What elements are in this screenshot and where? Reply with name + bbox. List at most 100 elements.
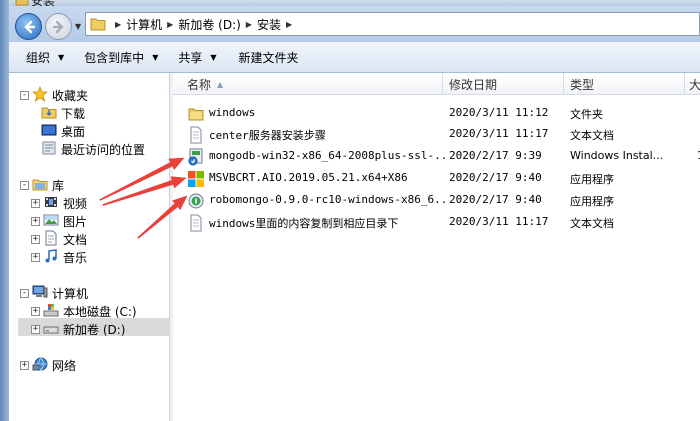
window-left-edge bbox=[0, 0, 9, 421]
breadcrumb-chevron-icon[interactable]: ▶ bbox=[286, 20, 292, 29]
address-bar[interactable]: ▶ 计算机 ▶ 新加卷 (D:) ▶ 安装 ▶ bbox=[85, 12, 700, 36]
expand-icon[interactable]: + bbox=[31, 217, 40, 226]
videos-label: 视频 bbox=[63, 197, 88, 211]
column-header-size[interactable]: 大 bbox=[685, 73, 700, 95]
collapse-icon[interactable]: - bbox=[20, 181, 29, 190]
column-type-label: 类型 bbox=[570, 77, 595, 92]
file-date: 2020/3/11 11:17 bbox=[449, 215, 549, 228]
text-file-icon bbox=[187, 126, 205, 144]
chevron-down-icon: ▼ bbox=[210, 52, 217, 62]
msi-installer-icon bbox=[187, 148, 205, 166]
tree-favorites[interactable]: - 收藏夹 bbox=[20, 85, 89, 105]
recent-places-label: 最近访问的位置 bbox=[61, 143, 146, 157]
file-type: 文本文档 bbox=[570, 129, 614, 142]
file-name: windows里面的内容复制到相应目录下 bbox=[209, 217, 399, 230]
collapse-icon[interactable]: - bbox=[20, 289, 29, 298]
file-name: robomongo-0.9.0-rc10-windows-x86_6... bbox=[209, 193, 449, 206]
libraries-label: 库 bbox=[52, 179, 65, 193]
tree-videos[interactable]: + 视频 bbox=[31, 194, 87, 213]
library-icon bbox=[32, 176, 48, 195]
breadcrumb-chevron-icon[interactable]: ▶ bbox=[115, 20, 121, 29]
include-library-menu[interactable]: 包含到库中 ▼ bbox=[84, 49, 158, 66]
file-list-pane: 名称 ▲ 修改日期 类型 大 windows 2020/3/11 11:12 文… bbox=[173, 73, 700, 421]
file-row[interactable]: center服务器安装步骤 2020/3/11 11:17 文本文档 bbox=[187, 125, 700, 145]
file-row[interactable]: windows 2020/3/11 11:12 文件夹 bbox=[187, 104, 700, 124]
breadcrumb-computer[interactable]: 计算机 bbox=[126, 16, 162, 33]
arrow-left-icon bbox=[23, 20, 35, 33]
music-icon bbox=[43, 248, 59, 267]
column-header-date[interactable]: 修改日期 bbox=[443, 73, 564, 95]
tree-network[interactable]: + 网络 bbox=[20, 356, 76, 375]
organize-menu[interactable]: 组织 ▼ bbox=[26, 49, 64, 66]
breadcrumb-install[interactable]: 安装 bbox=[257, 16, 281, 33]
file-date: 2020/2/17 9:40 bbox=[449, 193, 542, 206]
tree-music[interactable]: + 音乐 bbox=[31, 248, 87, 267]
tree-local-disk[interactable]: + 本地磁盘 (C:) bbox=[31, 302, 137, 321]
file-row[interactable]: MSVBCRT.AIO.2019.05.21.x64+X86 2020/2/17… bbox=[187, 169, 700, 189]
file-name: MSVBCRT.AIO.2019.05.21.x64+X86 bbox=[209, 171, 408, 184]
share-menu[interactable]: 共享 ▼ bbox=[178, 49, 216, 66]
collapse-icon[interactable]: - bbox=[20, 91, 29, 100]
tree-downloads[interactable]: 下载 bbox=[41, 104, 85, 123]
column-header-type[interactable]: 类型 bbox=[564, 73, 685, 95]
back-button[interactable] bbox=[15, 13, 42, 40]
desktop-icon bbox=[41, 122, 57, 141]
forward-button[interactable] bbox=[45, 13, 72, 40]
file-type: 文件夹 bbox=[570, 108, 603, 121]
tree-recent-places[interactable]: 最近访问的位置 bbox=[41, 140, 145, 159]
expand-icon[interactable]: + bbox=[20, 361, 29, 370]
downloads-label: 下载 bbox=[61, 107, 86, 121]
drive-icon bbox=[43, 320, 59, 339]
file-row[interactable]: windows里面的内容复制到相应目录下 2020/3/11 11:17 文本文… bbox=[187, 213, 700, 233]
downloads-folder-icon bbox=[41, 104, 57, 123]
network-label: 网络 bbox=[52, 359, 77, 373]
arrow-right-icon bbox=[52, 20, 64, 33]
tree-pictures[interactable]: + 图片 bbox=[31, 212, 87, 231]
tree-new-volume[interactable]: + 新加卷 (D:) bbox=[31, 320, 125, 339]
file-row[interactable]: mongodb-win32-x86_64-2008plus-ssl-... 20… bbox=[187, 147, 700, 167]
address-folder-icon bbox=[90, 17, 106, 31]
documents-label: 文档 bbox=[63, 233, 88, 247]
tree-computer[interactable]: - 计算机 bbox=[20, 284, 88, 303]
file-name: center服务器安装步骤 bbox=[209, 129, 326, 142]
expand-icon[interactable]: + bbox=[31, 235, 40, 244]
expand-icon[interactable]: + bbox=[31, 199, 40, 208]
share-label: 共享 bbox=[178, 50, 203, 65]
chevron-down-icon: ▼ bbox=[58, 52, 65, 62]
column-header-name[interactable]: 名称 ▲ bbox=[173, 73, 443, 95]
recent-pages-dropdown-icon[interactable]: ▼ bbox=[75, 22, 81, 31]
breadcrumb-new-volume[interactable]: 新加卷 (D:) bbox=[178, 16, 240, 33]
file-type: 应用程序 bbox=[570, 173, 614, 186]
system-drive-icon bbox=[43, 302, 59, 321]
expand-icon[interactable]: + bbox=[31, 307, 40, 316]
pictures-label: 图片 bbox=[63, 215, 88, 229]
favorites-label: 收藏夹 bbox=[52, 89, 89, 103]
desktop-label: 桌面 bbox=[61, 125, 86, 139]
text-file-icon bbox=[187, 214, 205, 232]
new-folder-button[interactable]: 新建文件夹 bbox=[239, 49, 299, 66]
tree-documents[interactable]: + 文档 bbox=[31, 230, 87, 249]
file-name: windows bbox=[209, 106, 256, 119]
column-size-label: 大 bbox=[689, 77, 700, 92]
file-type: 文本文档 bbox=[570, 217, 614, 230]
organize-label: 组织 bbox=[26, 50, 51, 65]
column-name-label: 名称 bbox=[187, 77, 212, 92]
file-date: 2020/2/17 9:39 bbox=[449, 149, 542, 162]
local-disk-label: 本地磁盘 (C:) bbox=[63, 305, 137, 319]
breadcrumb-chevron-icon[interactable]: ▶ bbox=[167, 20, 173, 29]
chevron-down-icon: ▼ bbox=[152, 52, 159, 62]
expand-icon[interactable]: + bbox=[31, 253, 40, 262]
breadcrumb-chevron-icon[interactable]: ▶ bbox=[246, 20, 252, 29]
file-row[interactable]: robomongo-0.9.0-rc10-windows-x86_6... 20… bbox=[187, 191, 700, 211]
navigation-pane: - 收藏夹 下载 桌面 最近访问的位置 - 库 + 视频 + 图片 + 文档 +… bbox=[9, 73, 170, 421]
computer-label: 计算机 bbox=[52, 287, 89, 301]
star-icon bbox=[31, 85, 49, 105]
tree-desktop[interactable]: 桌面 bbox=[41, 122, 85, 141]
expand-icon[interactable]: + bbox=[31, 325, 40, 334]
windows-app-icon bbox=[187, 170, 205, 188]
file-date: 2020/3/11 11:12 bbox=[449, 106, 549, 119]
tree-libraries[interactable]: - 库 bbox=[20, 176, 64, 195]
file-type: Windows Instal... bbox=[570, 149, 664, 162]
network-icon bbox=[32, 356, 48, 375]
column-header-row: 名称 ▲ 修改日期 类型 大 bbox=[173, 73, 700, 95]
